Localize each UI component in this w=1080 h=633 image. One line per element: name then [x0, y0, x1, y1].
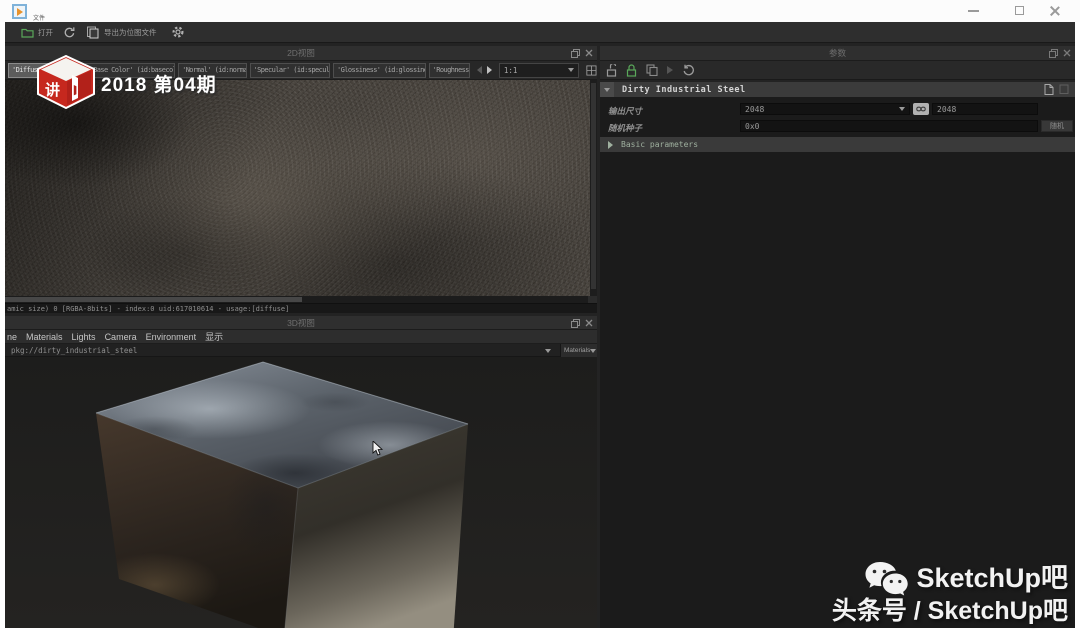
refresh-icon — [63, 26, 76, 38]
section-label: Basic parameters — [621, 140, 698, 149]
play-disabled-icon — [667, 66, 673, 74]
wechat-icon — [864, 560, 910, 598]
menu-item-lights[interactable]: Lights — [72, 332, 96, 342]
params-body — [600, 97, 1075, 628]
view3d-titlebar: 3D视图 — [5, 316, 597, 330]
basic-parameters-section[interactable]: Basic parameters — [600, 137, 1075, 152]
materials-dropdown[interactable]: Materials — [560, 344, 597, 357]
view3d-menubar: ne Materials Lights Camera Environment 显… — [5, 330, 597, 344]
minimize-icon — [968, 10, 979, 12]
output-size-height: 2048 — [937, 105, 956, 114]
jiangba-logo: 讲 — [36, 55, 96, 114]
close-panel-icon[interactable] — [584, 48, 594, 58]
chevron-down-icon — [604, 88, 610, 92]
zoom-level-select[interactable]: 1:1 — [499, 63, 579, 78]
output-size-height-field[interactable]: 2048 — [932, 103, 1038, 115]
close-panel-icon[interactable] — [1062, 48, 1072, 58]
close-button[interactable] — [1040, 0, 1070, 21]
chevron-down-icon — [590, 349, 596, 353]
menu-item-environment[interactable]: Environment — [146, 332, 197, 342]
chevron-down-icon — [545, 349, 551, 353]
material-header: Dirty Industrial Steel — [600, 82, 1075, 97]
output-button-glossiness[interactable]: 'Glossiness' (id:glossiness) — [333, 63, 426, 78]
unlock-icon[interactable] — [606, 64, 617, 77]
export-bitmaps-button[interactable]: 导出为位图文件 — [86, 26, 157, 39]
close-icon — [1049, 5, 1061, 17]
branding-line1: SketchUp吧 — [916, 564, 1068, 594]
mouse-cursor — [372, 441, 384, 462]
copy-preset-icon[interactable] — [646, 64, 658, 76]
minimize-button[interactable] — [958, 0, 988, 21]
package-select[interactable]: pkg://dirty_industrial_steel — [5, 344, 557, 357]
menu-item-scene[interactable]: ne — [7, 332, 17, 342]
output-button-specular[interactable]: 'Specular' (id:specular) — [250, 63, 331, 78]
branding-watermark: SketchUp吧 头条号 / SketchUp吧 — [832, 560, 1068, 626]
link-icon — [916, 105, 926, 113]
output-size-width: 2048 — [745, 105, 764, 114]
output-size-label: 输出尺寸 — [608, 105, 642, 117]
view3d-title: 3D视图 — [287, 317, 315, 329]
folder-open-icon — [21, 27, 34, 38]
menu-item-file[interactable]: 文件 — [33, 13, 45, 22]
gear-icon — [171, 25, 185, 39]
reset-icon[interactable] — [682, 64, 695, 77]
output-button-roughness[interactable]: 'Roughness' — [429, 63, 470, 78]
chevron-down-icon — [568, 68, 574, 72]
params-title: 参数 — [829, 47, 846, 59]
app-icon — [12, 4, 27, 19]
document-icon[interactable] — [1044, 84, 1054, 95]
menu-item-display[interactable]: 显示 — [205, 330, 223, 343]
materials-label: Materials — [564, 347, 590, 354]
horizontal-scrollbar-thumb[interactable] — [5, 297, 302, 302]
window-titlebar: 文件 — [0, 0, 1080, 22]
view3d-selector-row: pkg://dirty_industrial_steel Materials — [5, 344, 597, 357]
steel-cube-render — [5, 357, 597, 628]
open-label: 打开 — [38, 27, 53, 38]
float-panel-icon[interactable] — [1048, 48, 1058, 58]
random-seed-label: 随机种子 — [608, 122, 642, 134]
float-panel-icon[interactable] — [570, 48, 580, 58]
vertical-scrollbar-thumb[interactable] — [591, 83, 596, 289]
render-3d-viewport[interactable] — [5, 357, 597, 628]
preset-icon[interactable] — [1059, 84, 1069, 95]
maximize-icon — [1015, 6, 1024, 15]
lock-icon[interactable] — [626, 64, 637, 77]
randomize-button[interactable]: 随机 — [1041, 120, 1073, 132]
params-titlebar: 参数 — [600, 46, 1075, 61]
random-seed-field[interactable]: 0x0 — [740, 120, 1038, 132]
next-output-icon[interactable] — [487, 66, 492, 74]
main-toolbar: 打开 导出为位图文件 — [5, 22, 1075, 43]
output-size-select[interactable]: 2048 — [740, 103, 910, 115]
material-name: Dirty Industrial Steel — [622, 85, 746, 95]
zoom-level-value: 1:1 — [504, 66, 518, 75]
export-files-icon — [86, 26, 100, 39]
settings-button[interactable] — [171, 25, 185, 39]
view2d-title: 2D视图 — [287, 47, 315, 59]
chevron-right-icon — [608, 141, 613, 149]
params-toolbar — [600, 61, 1075, 80]
play-icon — [17, 8, 23, 16]
refresh-button[interactable] — [63, 26, 76, 38]
view2d-status-bar: amic size) 0 [RGBA-8bits] - index:0 uid:… — [5, 303, 597, 313]
float-panel-icon[interactable] — [570, 318, 580, 328]
maximize-button[interactable] — [1004, 0, 1034, 21]
issue-watermark: 2018 第04期 — [101, 70, 217, 97]
open-button[interactable]: 打开 — [21, 27, 53, 38]
collapse-material-button[interactable] — [600, 82, 614, 97]
export-label: 导出为位图文件 — [104, 27, 157, 38]
menu-bar: 文件 — [33, 13, 45, 22]
random-seed-value: 0x0 — [745, 122, 759, 131]
branding-line2: 头条号 / SketchUp吧 — [832, 598, 1068, 626]
chevron-down-icon — [899, 107, 905, 111]
close-panel-icon[interactable] — [584, 318, 594, 328]
menu-item-camera[interactable]: Camera — [105, 332, 137, 342]
logo-char: 讲 — [45, 81, 60, 99]
screenshot-root: 文件 打开 导出为位图文件 — [0, 0, 1080, 633]
filter-display-icon[interactable] — [586, 64, 597, 77]
link-size-toggle[interactable] — [913, 103, 929, 115]
menu-item-materials[interactable]: Materials — [26, 332, 63, 342]
package-value: pkg://dirty_industrial_steel — [11, 346, 137, 355]
scrollbar-corner — [588, 296, 597, 303]
prev-output-icon[interactable] — [477, 66, 482, 74]
